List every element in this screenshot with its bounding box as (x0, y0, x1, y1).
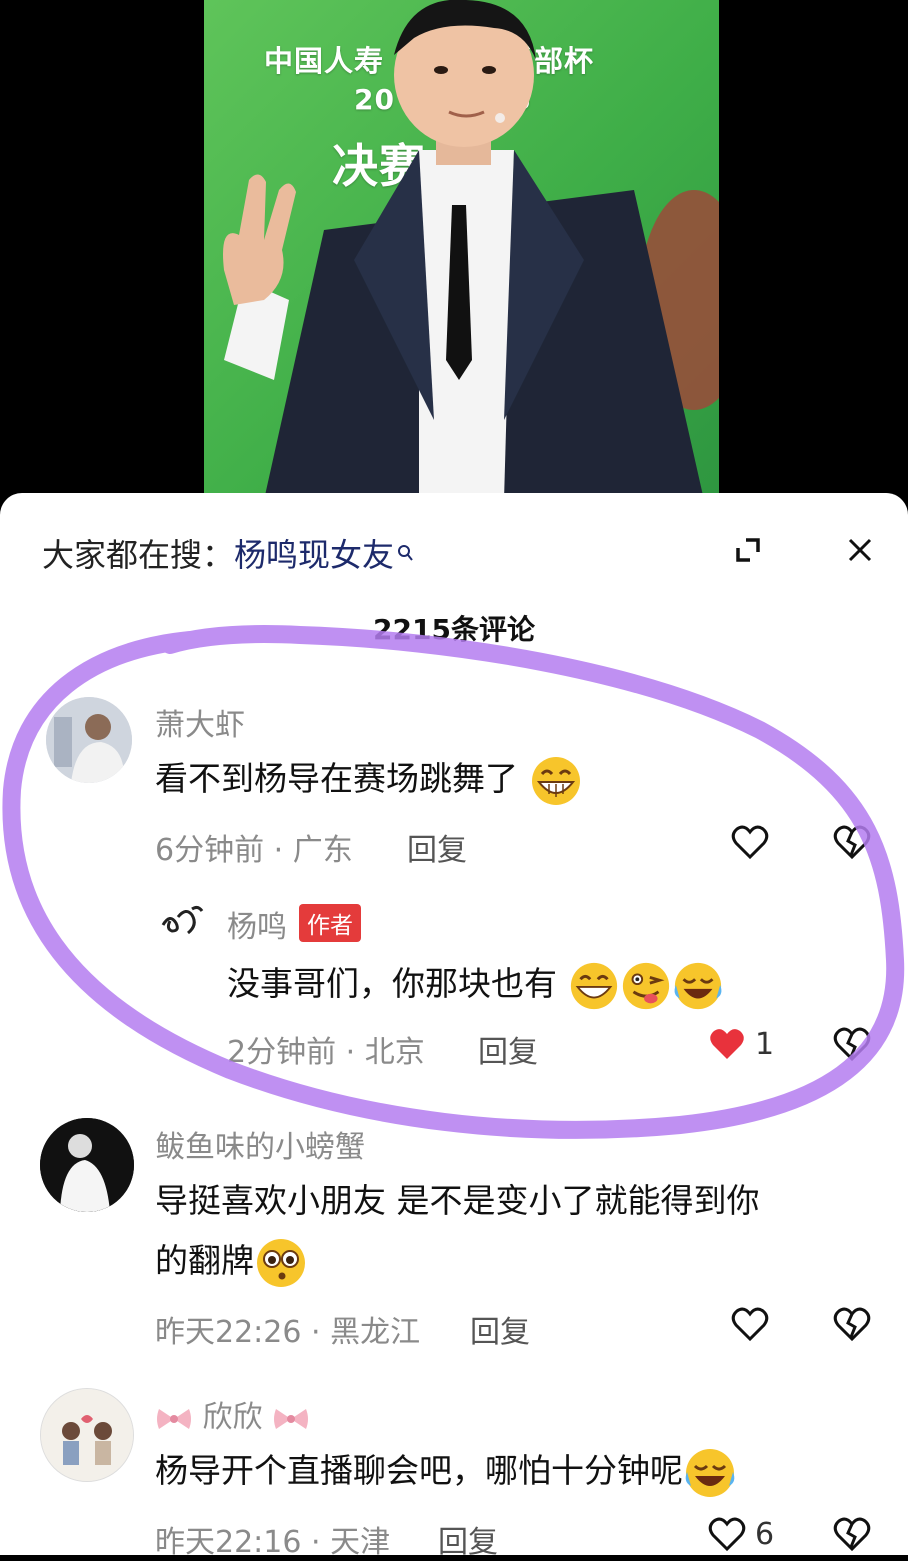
comment-text: 导挺喜欢小朋友 是不是变小了就能得到你 (155, 1181, 760, 1220)
heart-icon[interactable] (707, 1515, 747, 1555)
ribbon-bow-icon (157, 1408, 191, 1429)
comment-sheet (0, 493, 908, 1555)
comment-text-content: 的翻牌 (155, 1241, 254, 1280)
comment-text-line2: 的翻牌 (155, 1232, 308, 1290)
heart-icon[interactable] (730, 823, 770, 863)
reply-text-content: 没事哥们，你那块也有 (227, 964, 557, 1003)
laugh-cry-icon (674, 962, 721, 1009)
comment-text: 看不到杨导在赛场跳舞了 (155, 750, 583, 808)
comment-username[interactable]: 鲅鱼味的小螃蟹 (155, 1122, 365, 1166)
comment-username[interactable]: 萧大虾 (155, 700, 245, 744)
avatar[interactable] (46, 697, 132, 783)
avatar-image (41, 1389, 133, 1481)
video-player[interactable]: 中国人寿 俱乐部杯 20 6 决赛 (0, 0, 908, 520)
comment-count: 2215条评论 (373, 613, 535, 646)
comment-meta: 6分钟前 · 广东 (155, 833, 353, 868)
reply-button[interactable]: 回复 (478, 1027, 538, 1071)
grin-icon (531, 756, 580, 805)
trending-search-prefix: 大家都在搜： (42, 536, 235, 574)
signature-logo-icon (161, 905, 204, 935)
broken-heart-icon[interactable] (832, 1025, 872, 1065)
avatar-image (46, 697, 132, 783)
wink-tongue-icon (622, 962, 669, 1009)
reply-username-row: 杨鸣 作者 (227, 902, 361, 946)
trending-search-bar[interactable]: 大家都在搜：杨鸣现女友 (42, 530, 413, 576)
avatar-image (40, 1118, 134, 1212)
broken-heart-icon[interactable] (832, 1515, 872, 1555)
reply-button[interactable]: 回复 (470, 1307, 530, 1351)
presenter-figure (223, 0, 719, 500)
like-count: 1 (755, 1027, 775, 1062)
search-icon (397, 532, 413, 570)
video-frame: 中国人寿 俱乐部杯 20 6 决赛 (204, 0, 719, 500)
author-badge: 作者 (299, 904, 361, 942)
laugh-cry-icon (685, 1448, 735, 1497)
comment-text-content: 杨导开个直播聊会吧，哪怕十分钟呢 (155, 1451, 683, 1490)
like-count: 6 (755, 1517, 775, 1552)
comment-username-row: 欣欣 (155, 1392, 310, 1436)
reply-button[interactable]: 回复 (438, 1517, 498, 1561)
comment-meta: 昨天22:26 · 黑龙江 (155, 1315, 421, 1350)
avatar[interactable] (40, 1388, 134, 1482)
grin-icon (570, 962, 617, 1009)
comment-text-content: 看不到杨导在赛场跳舞了 (155, 759, 518, 798)
reply-username[interactable]: 杨鸣 (227, 910, 287, 945)
broken-heart-icon[interactable] (832, 1305, 872, 1345)
heart-icon[interactable] (730, 1305, 770, 1345)
reply-text: 没事哥们，你那块也有 (227, 955, 724, 1013)
heart-filled-icon[interactable] (707, 1025, 747, 1065)
author-avatar[interactable] (158, 895, 208, 945)
reply-meta: 2分钟前 · 北京 (227, 1035, 425, 1070)
reply-button[interactable]: 回复 (407, 825, 467, 869)
avatar[interactable] (40, 1118, 134, 1212)
trending-search-query[interactable]: 杨鸣现女友 (234, 536, 394, 574)
close-icon[interactable] (842, 532, 878, 568)
expand-icon[interactable] (730, 532, 766, 568)
comment-meta: 昨天22:16 · 天津 (155, 1525, 391, 1560)
pleading-icon (257, 1238, 305, 1287)
comment-username[interactable]: 欣欣 (203, 1400, 263, 1435)
broken-heart-icon[interactable] (832, 823, 872, 863)
comment-text: 杨导开个直播聊会吧，哪怕十分钟呢 (155, 1442, 737, 1500)
ribbon-bow-icon (274, 1408, 309, 1429)
